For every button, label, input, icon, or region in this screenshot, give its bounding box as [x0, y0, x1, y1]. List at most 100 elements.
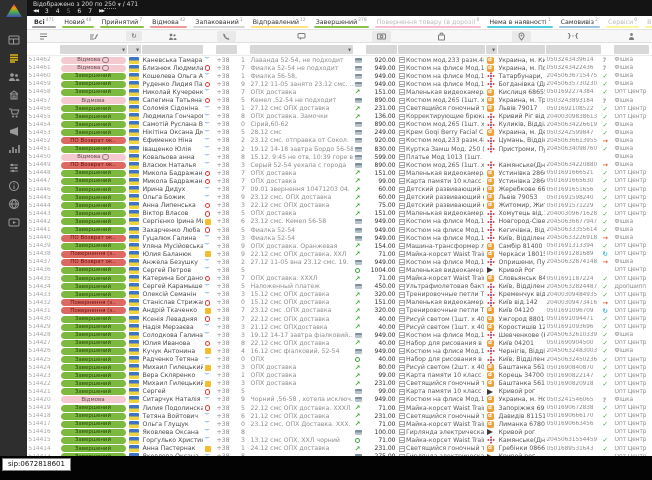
sidebar-item-video[interactable]: [6, 215, 21, 230]
tab-10[interactable]: Сервіси0: [603, 16, 642, 29]
order-row[interactable]: 514437ПО Возврат ок..Анжела Безушку*+382…: [27, 258, 652, 266]
column-header-comment[interactable]: [249, 30, 353, 42]
tab-2[interactable]: Прийнятий7: [97, 16, 148, 29]
page-button-4[interactable]: 4: [56, 8, 60, 15]
order-row[interactable]: 514438Повернення (з..Юлия Баланюк+38922.…: [27, 250, 652, 258]
sidebar-item-info[interactable]: [6, 179, 21, 194]
column-header-phone[interactable]: [215, 30, 237, 42]
order-row[interactable]: 514422ЗавершенийМихаил Гилецький+383ОПХ …: [27, 380, 652, 388]
filter-dlv[interactable]: ▼: [486, 45, 497, 54]
tab-1[interactable]: Новий48: [59, 16, 96, 29]
tab-3[interactable]: Відмова42: [147, 16, 190, 29]
sidebar-item-dashboard[interactable]: [6, 33, 21, 48]
order-row[interactable]: 514433ЗавершенийОлексій Семанін*+38315.1…: [27, 291, 652, 299]
column-header-name[interactable]: [141, 30, 203, 42]
tab-11[interactable]: В дорозі додому0: [642, 16, 652, 29]
tab-6[interactable]: Завершений278: [311, 16, 372, 29]
column-header-price[interactable]: [365, 30, 397, 42]
tab-7[interactable]: Повернення товару (в дорозі)0: [372, 16, 485, 29]
column-header-track[interactable]: [601, 30, 613, 42]
order-row[interactable]: 514443ЗавершенийВіктор Власов+385ОПХ дос…: [27, 210, 652, 218]
order-row[interactable]: 514441ЗавершенийЗахарченко Люба+385Фиалк…: [27, 226, 652, 234]
filter-product[interactable]: [398, 45, 485, 54]
order-row[interactable]: 514453ЗавершенийНікітіна Оксана Дми..*+3…: [27, 129, 652, 137]
filter-name[interactable]: [142, 45, 203, 54]
order-row[interactable]: 514421ЗавершенийСергей+38599.00Карта пам…: [27, 388, 652, 396]
column-header-id[interactable]: [27, 30, 59, 42]
order-row[interactable]: 514423ЗавершенийВера Скляренко*+381ОПХ д…: [27, 372, 652, 380]
order-row[interactable]: 514450ВідмоваКовальова анна*+38815.12. 9…: [27, 153, 652, 161]
last-page-button[interactable]: ▶▶: [99, 8, 104, 15]
order-row[interactable]: 514461ВідмоваБлизнюк Людмила ..+387Фиалк…: [27, 64, 652, 72]
order-row[interactable]: 514435ЗавершенийКатерина Богданова+387ОП…: [27, 275, 652, 283]
order-row[interactable]: 514425ЗавершенийРадченко Тетяна*+380ОПХ4…: [27, 355, 652, 363]
app-logo-icon[interactable]: [4, 3, 24, 22]
tab-0[interactable]: Всі471: [29, 16, 59, 29]
order-row[interactable]: 514455ЗавершенийЛюдмила Гончарова*+388ОП…: [27, 113, 652, 121]
order-row[interactable]: 514440ПО Возврат ок..Гуцалюк Галина*+383…: [27, 234, 652, 242]
page-button-7[interactable]: 7: [88, 8, 92, 15]
order-row[interactable]: 514436ЗавершенийСергей Петров*+3851004.0…: [27, 266, 652, 274]
column-header-src[interactable]: [203, 30, 215, 42]
column-header-channel[interactable]: [613, 30, 649, 42]
order-row[interactable]: 514462ВідмоваКаневська Тамара ..*+381Лав…: [27, 56, 652, 64]
tab-5[interactable]: Відправлений12: [248, 16, 311, 29]
order-row[interactable]: 514444ЗавершенийАнна Липенська+38322.12 …: [27, 202, 652, 210]
column-header-city[interactable]: [497, 30, 545, 42]
filter-phone[interactable]: [216, 45, 237, 54]
sidebar-item-customers[interactable]: [6, 70, 21, 85]
order-row[interactable]: 514452ПО Возврат ок..Єфименко Ніна*+3822…: [27, 137, 652, 145]
filter-status[interactable]: ▼: [60, 45, 127, 54]
order-row[interactable]: 514457ВідмоваСапегина Татьяна С..+385Кем…: [27, 96, 652, 104]
order-row[interactable]: 514459ЗавершенийРуденко Лидия Пав..+3892…: [27, 80, 652, 88]
sidebar-item-orders-list[interactable]: [6, 51, 21, 66]
sidebar-item-cart[interactable]: [6, 106, 21, 121]
column-header-ttn[interactable]: }·{: [545, 30, 601, 42]
filter-channel[interactable]: [614, 45, 649, 54]
filter-city[interactable]: [498, 45, 545, 54]
order-row[interactable]: 514429ЗавершенийНадія Мерзаєва*+38321.12…: [27, 323, 652, 331]
order-row[interactable]: 514417ЗавершенийОльга Глущук*+38023.12 с…: [27, 420, 652, 428]
filter-price[interactable]: [366, 45, 397, 54]
order-row[interactable]: 514454ЗавершенийСамотій Руслана Во..*+38…: [27, 121, 652, 129]
page-button-5[interactable]: 5: [67, 8, 71, 15]
order-row[interactable]: 514427ЗавершенийЮлия Иванова+38822.12 см…: [27, 339, 652, 347]
sidebar-item-settings-sliders[interactable]: [6, 161, 21, 176]
tab-8[interactable]: Нема в наявності1: [484, 16, 555, 29]
column-header-dlv[interactable]: [485, 30, 497, 42]
order-row[interactable]: 514448ЗавершенийМикола Бадражан+387ОПХ д…: [27, 169, 652, 177]
order-row[interactable]: 514414ЗавершенийАнна Пастернак+38124.12 …: [27, 445, 652, 453]
order-row[interactable]: 514419ЗавершенийЛилия Подолинская+38522.…: [27, 404, 652, 412]
column-header-flag[interactable]: ↻: [127, 30, 141, 42]
order-row[interactable]: 514420ВідмоваСитарчук Наталія Гр..*+389Ч…: [27, 396, 652, 404]
column-header-pay[interactable]: [353, 30, 365, 42]
order-row[interactable]: 514447ЗавершенийМикола Бадражан+387ОПХ д…: [27, 177, 652, 185]
tab-4[interactable]: Запакований1: [190, 16, 247, 29]
order-row[interactable]: 514445ЗавершенийОльга Божик*+38923.12 см…: [27, 194, 652, 202]
page-button-6[interactable]: 6: [77, 8, 81, 15]
first-page-button[interactable]: ◀◀: [33, 8, 38, 15]
order-row[interactable]: 514460ЗавершенийКошелева Ольга Ар..*+381…: [27, 72, 652, 80]
info-icon[interactable]: [102, 65, 109, 72]
order-row[interactable]: 514415ЗавершенийГоргулько Христина..*+38…: [27, 436, 652, 444]
order-row[interactable]: 514446ЗавершенийИрина Дидух*+38709.01 зв…: [27, 186, 652, 194]
per-page-dropdown[interactable]: 250: [104, 1, 115, 9]
column-header-status[interactable]: [59, 30, 127, 42]
sidebar-item-stats[interactable]: [6, 142, 21, 157]
order-row[interactable]: 514432Повернення (з..Станіслав Стрижак+3…: [27, 299, 652, 307]
column-header-product[interactable]: [397, 30, 485, 42]
order-row[interactable]: 514449ПО Возврат ок..Власюк Наталья*+383…: [27, 161, 652, 169]
filter-ttn[interactable]: [546, 45, 601, 54]
tab-9[interactable]: Самовивіз2: [556, 16, 603, 29]
sidebar-item-shop[interactable]: [6, 88, 21, 103]
info-icon[interactable]: [102, 57, 109, 64]
order-row[interactable]: 514458ЗавершенийНиколай Кучеренко*+387ОП…: [27, 88, 652, 96]
order-row[interactable]: 514416ЗавершенийЯковлева Оксана*+388100.…: [27, 428, 652, 436]
order-row[interactable]: 514451ЗавершенийІващенко Юлія*+38219.12 …: [27, 145, 652, 153]
filter-comment[interactable]: ▼: [250, 45, 353, 54]
page-button-3[interactable]: 3: [45, 8, 49, 15]
sidebar-item-globe[interactable]: [6, 197, 21, 212]
filter-flag[interactable]: ▼: [128, 45, 141, 54]
order-row[interactable]: 514418ЗавершенийТетяна Войтович*+38621.1…: [27, 412, 652, 420]
column-header-qty[interactable]: [237, 30, 249, 42]
